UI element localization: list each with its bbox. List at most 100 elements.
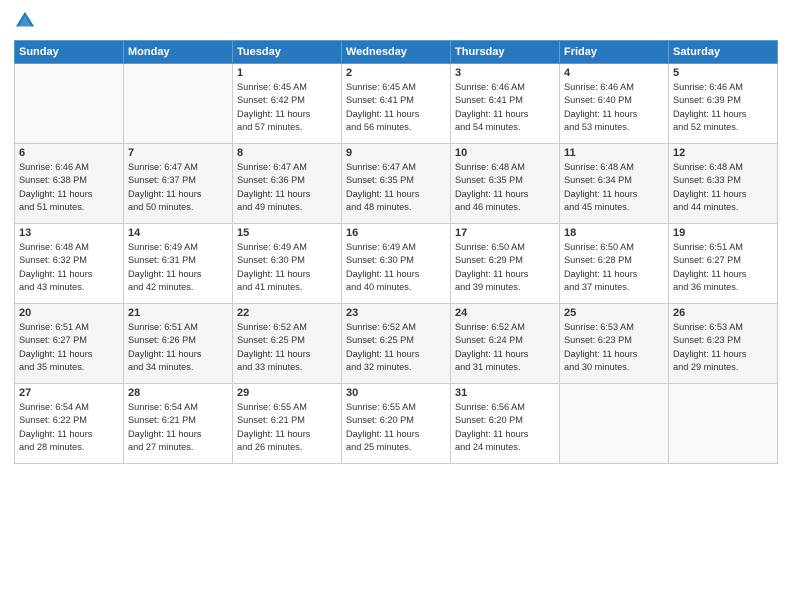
day-number: 29 — [237, 387, 337, 399]
calendar-cell: 18 Sunrise: 6:50 AM Sunset: 6:28 PM Dayli… — [560, 224, 669, 304]
day-info: Sunrise: 6:52 AM Sunset: 6:24 PM Dayligh… — [455, 321, 555, 374]
day-number: 1 — [237, 67, 337, 79]
calendar-cell: 7 Sunrise: 6:47 AM Sunset: 6:37 PM Daylig… — [124, 144, 233, 224]
week-row-4: 27 Sunrise: 6:54 AM Sunset: 6:22 PM Dayli… — [15, 384, 778, 464]
day-number: 22 — [237, 307, 337, 319]
day-info: Sunrise: 6:48 AM Sunset: 6:34 PM Dayligh… — [564, 161, 664, 214]
calendar-cell: 11Sunrise: 6:48 AM Sunset: 6:34 PM Dayli… — [560, 144, 669, 224]
calendar-cell: 30 Sunrise: 6:55 AM Sunset: 6:20 PM Dayli… — [342, 384, 451, 464]
day-number: 16 — [346, 227, 446, 239]
week-row-3: 20Sunrise: 6:51 AM Sunset: 6:27 PM Dayli… — [15, 304, 778, 384]
day-number: 21 — [128, 307, 228, 319]
calendar-cell: 5 Sunrise: 6:46 AM Sunset: 6:39 PM Daylig… — [669, 64, 778, 144]
day-number: 3 — [455, 67, 555, 79]
logo — [14, 10, 40, 32]
calendar-cell — [15, 64, 124, 144]
day-info: Sunrise: 6:46 AM Sunset: 6:40 PM Dayligh… — [564, 81, 664, 134]
calendar-cell: 25 Sunrise: 6:53 AM Sunset: 6:23 PM Dayli… — [560, 304, 669, 384]
day-number: 31 — [455, 387, 555, 399]
day-info: Sunrise: 6:51 AM Sunset: 6:26 PM Dayligh… — [128, 321, 228, 374]
day-info: Sunrise: 6:46 AM Sunset: 6:39 PM Dayligh… — [673, 81, 773, 134]
calendar-cell: 16Sunrise: 6:49 AM Sunset: 6:30 PM Dayli… — [342, 224, 451, 304]
day-header-monday: Monday — [124, 41, 233, 64]
day-number: 28 — [128, 387, 228, 399]
day-number: 24 — [455, 307, 555, 319]
day-info: Sunrise: 6:55 AM Sunset: 6:21 PM Dayligh… — [237, 401, 337, 454]
day-info: Sunrise: 6:48 AM Sunset: 6:33 PM Dayligh… — [673, 161, 773, 214]
day-info: Sunrise: 6:48 AM Sunset: 6:35 PM Dayligh… — [455, 161, 555, 214]
day-info: Sunrise: 6:53 AM Sunset: 6:23 PM Dayligh… — [564, 321, 664, 374]
calendar-cell: 1 Sunrise: 6:45 AM Sunset: 6:42 PM Daylig… — [233, 64, 342, 144]
calendar-cell: 24 Sunrise: 6:52 AM Sunset: 6:24 PM Dayli… — [451, 304, 560, 384]
calendar-cell: 28 Sunrise: 6:54 AM Sunset: 6:21 PM Dayli… — [124, 384, 233, 464]
day-number: 27 — [19, 387, 119, 399]
day-info: Sunrise: 6:50 AM Sunset: 6:28 PM Dayligh… — [564, 241, 664, 294]
calendar-cell — [560, 384, 669, 464]
calendar-cell: 14Sunrise: 6:49 AM Sunset: 6:31 PM Dayli… — [124, 224, 233, 304]
day-number: 23 — [346, 307, 446, 319]
day-info: Sunrise: 6:46 AM Sunset: 6:41 PM Dayligh… — [455, 81, 555, 134]
day-info: Sunrise: 6:47 AM Sunset: 6:37 PM Dayligh… — [128, 161, 228, 214]
week-row-2: 13 Sunrise: 6:48 AM Sunset: 6:32 PM Dayli… — [15, 224, 778, 304]
header — [14, 10, 778, 32]
day-number: 9 — [346, 147, 446, 159]
calendar-cell: 6 Sunrise: 6:46 AM Sunset: 6:38 PM Daylig… — [15, 144, 124, 224]
calendar-cell: 9Sunrise: 6:47 AM Sunset: 6:35 PM Daylig… — [342, 144, 451, 224]
day-info: Sunrise: 6:56 AM Sunset: 6:20 PM Dayligh… — [455, 401, 555, 454]
calendar-cell: 12 Sunrise: 6:48 AM Sunset: 6:33 PM Dayli… — [669, 144, 778, 224]
calendar-cell: 22 Sunrise: 6:52 AM Sunset: 6:25 PM Dayli… — [233, 304, 342, 384]
calendar-cell: 8Sunrise: 6:47 AM Sunset: 6:36 PM Daylig… — [233, 144, 342, 224]
logo-icon — [14, 10, 36, 32]
calendar-cell: 4 Sunrise: 6:46 AM Sunset: 6:40 PM Daylig… — [560, 64, 669, 144]
calendar-cell: 31 Sunrise: 6:56 AM Sunset: 6:20 PM Dayli… — [451, 384, 560, 464]
day-number: 15 — [237, 227, 337, 239]
day-header-wednesday: Wednesday — [342, 41, 451, 64]
day-info: Sunrise: 6:49 AM Sunset: 6:30 PM Dayligh… — [237, 241, 337, 294]
day-header-sunday: Sunday — [15, 41, 124, 64]
day-number: 4 — [564, 67, 664, 79]
day-number: 26 — [673, 307, 773, 319]
day-info: Sunrise: 6:47 AM Sunset: 6:36 PM Dayligh… — [237, 161, 337, 214]
day-number: 7 — [128, 147, 228, 159]
day-info: Sunrise: 6:55 AM Sunset: 6:20 PM Dayligh… — [346, 401, 446, 454]
day-number: 25 — [564, 307, 664, 319]
calendar-cell: 15 Sunrise: 6:49 AM Sunset: 6:30 PM Dayli… — [233, 224, 342, 304]
page: SundayMondayTuesdayWednesdayThursdayFrid… — [0, 0, 792, 612]
week-row-0: 1 Sunrise: 6:45 AM Sunset: 6:42 PM Daylig… — [15, 64, 778, 144]
day-number: 6 — [19, 147, 119, 159]
day-info: Sunrise: 6:52 AM Sunset: 6:25 PM Dayligh… — [346, 321, 446, 374]
calendar-cell: 23 Sunrise: 6:52 AM Sunset: 6:25 PM Dayli… — [342, 304, 451, 384]
day-info: Sunrise: 6:45 AM Sunset: 6:42 PM Dayligh… — [237, 81, 337, 134]
day-header-friday: Friday — [560, 41, 669, 64]
day-info: Sunrise: 6:52 AM Sunset: 6:25 PM Dayligh… — [237, 321, 337, 374]
day-header-saturday: Saturday — [669, 41, 778, 64]
day-number: 5 — [673, 67, 773, 79]
day-info: Sunrise: 6:54 AM Sunset: 6:22 PM Dayligh… — [19, 401, 119, 454]
day-header-thursday: Thursday — [451, 41, 560, 64]
day-info: Sunrise: 6:53 AM Sunset: 6:23 PM Dayligh… — [673, 321, 773, 374]
day-number: 30 — [346, 387, 446, 399]
header-row: SundayMondayTuesdayWednesdayThursdayFrid… — [15, 41, 778, 64]
calendar-cell: 2Sunrise: 6:45 AM Sunset: 6:41 PM Daylig… — [342, 64, 451, 144]
day-number: 13 — [19, 227, 119, 239]
day-info: Sunrise: 6:46 AM Sunset: 6:38 PM Dayligh… — [19, 161, 119, 214]
calendar-cell: 13 Sunrise: 6:48 AM Sunset: 6:32 PM Dayli… — [15, 224, 124, 304]
calendar-cell: 10 Sunrise: 6:48 AM Sunset: 6:35 PM Dayli… — [451, 144, 560, 224]
calendar-cell: 21 Sunrise: 6:51 AM Sunset: 6:26 PM Dayli… — [124, 304, 233, 384]
calendar-cell: 19Sunrise: 6:51 AM Sunset: 6:27 PM Dayli… — [669, 224, 778, 304]
calendar-cell: 3 Sunrise: 6:46 AM Sunset: 6:41 PM Daylig… — [451, 64, 560, 144]
calendar-cell: 17Sunrise: 6:50 AM Sunset: 6:29 PM Dayli… — [451, 224, 560, 304]
day-info: Sunrise: 6:48 AM Sunset: 6:32 PM Dayligh… — [19, 241, 119, 294]
day-info: Sunrise: 6:45 AM Sunset: 6:41 PM Dayligh… — [346, 81, 446, 134]
day-info: Sunrise: 6:54 AM Sunset: 6:21 PM Dayligh… — [128, 401, 228, 454]
day-number: 12 — [673, 147, 773, 159]
day-number: 20 — [19, 307, 119, 319]
calendar-cell: 27 Sunrise: 6:54 AM Sunset: 6:22 PM Dayli… — [15, 384, 124, 464]
day-header-tuesday: Tuesday — [233, 41, 342, 64]
day-number: 18 — [564, 227, 664, 239]
day-info: Sunrise: 6:51 AM Sunset: 6:27 PM Dayligh… — [673, 241, 773, 294]
day-number: 14 — [128, 227, 228, 239]
day-number: 10 — [455, 147, 555, 159]
calendar-cell: 29 Sunrise: 6:55 AM Sunset: 6:21 PM Dayli… — [233, 384, 342, 464]
calendar-table: SundayMondayTuesdayWednesdayThursdayFrid… — [14, 40, 778, 464]
